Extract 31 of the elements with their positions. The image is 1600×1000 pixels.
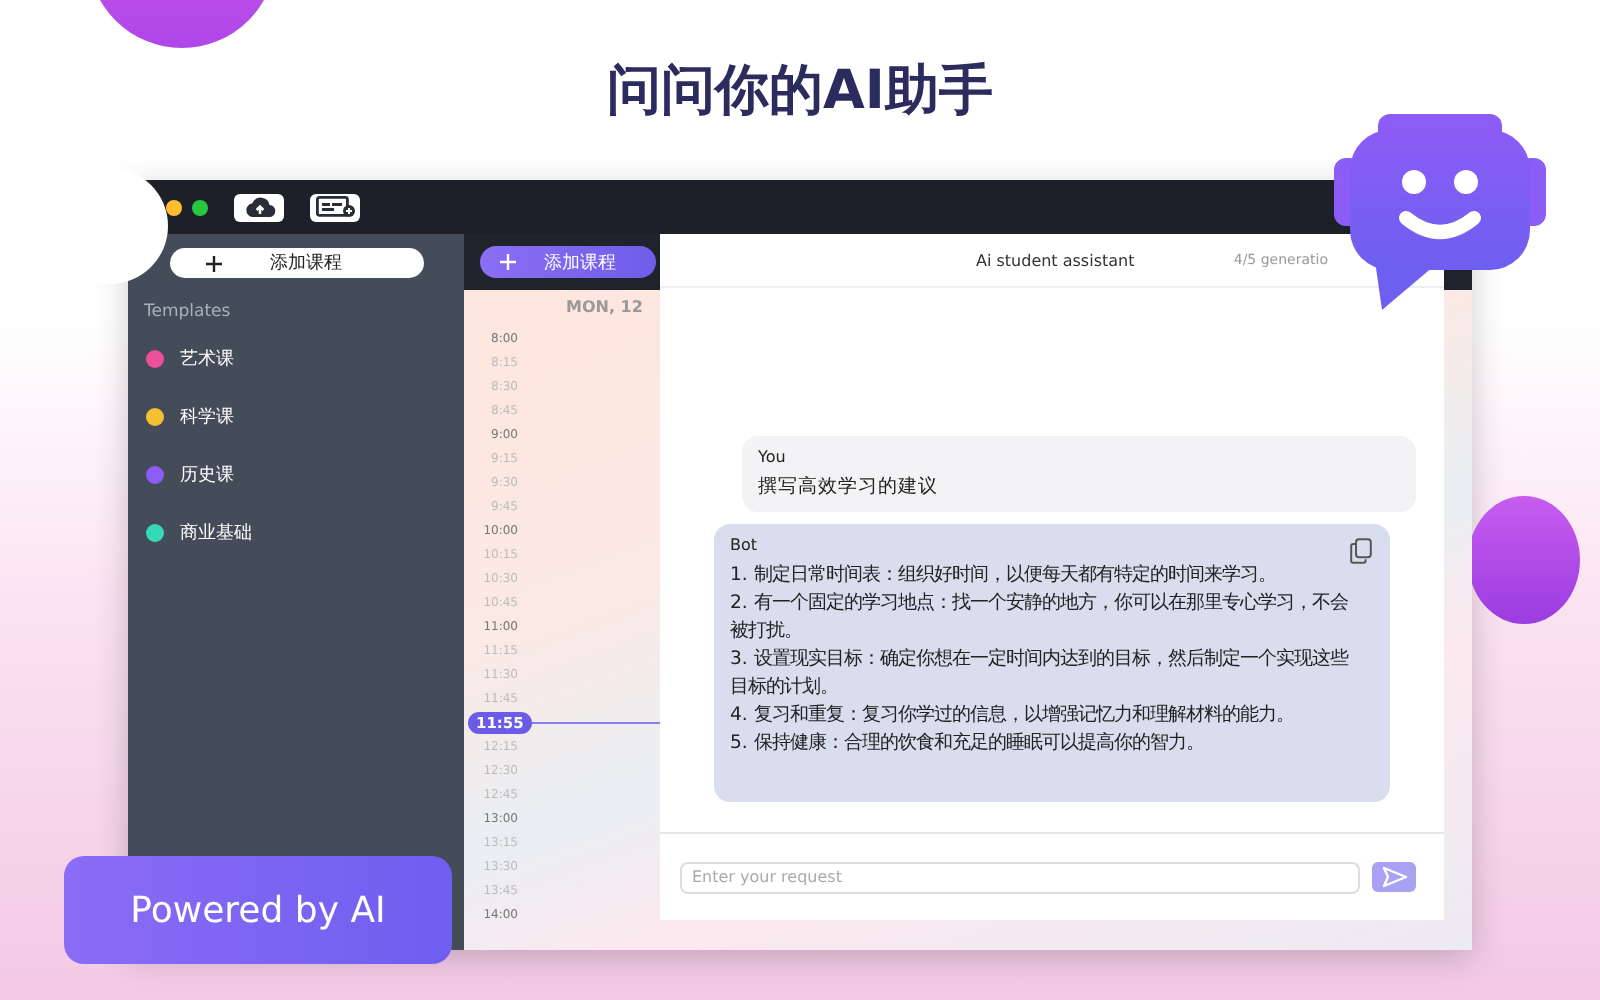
zoom-button[interactable] xyxy=(192,199,208,215)
headline: 问问你的AI助手 xyxy=(607,58,993,126)
message-text: 2. 有一个固定的学习地点：找一个安静的地方，你可以在那里专心学习，不会被打扰。 xyxy=(730,590,1350,646)
cloud-upload-icon xyxy=(243,196,275,218)
message-text: 5. 保持健康：合理的饮食和充足的睡眠可以提高你的智力。 xyxy=(730,730,1206,758)
send-icon xyxy=(1381,866,1407,888)
plus-icon xyxy=(500,254,516,270)
card-add-button[interactable] xyxy=(310,193,360,221)
section-label: Templates xyxy=(144,302,233,322)
cloud-upload-button[interactable] xyxy=(234,193,284,221)
message-text: 撰写高效学习的建议 xyxy=(758,474,940,500)
message-text: 1. 制定日常时间表：组织好时间，以便每天都有特定的时间来学习。 xyxy=(730,562,1278,590)
template-item[interactable]: 科学课 xyxy=(128,388,464,446)
add-course-button[interactable]: 添加课程 xyxy=(480,246,656,278)
card-add-icon xyxy=(315,196,355,218)
sender-name: Bot xyxy=(730,536,758,554)
powered-badge: Powered by AI xyxy=(64,856,452,964)
template-item[interactable]: 历史课 xyxy=(128,446,464,504)
message-text: 4. 复习和重复：复习你学过的信息，以增强记忆力和理解材料的能力。 xyxy=(730,702,1296,730)
template-item[interactable]: 艺术课 xyxy=(128,330,464,388)
request-input[interactable]: Enter your request xyxy=(680,861,1360,893)
plus-icon xyxy=(206,255,222,271)
template-item[interactable]: 商业基础 xyxy=(128,504,464,562)
add-course-button[interactable]: 添加课程 xyxy=(170,248,424,278)
chat-title: Ai student assistant xyxy=(976,251,1135,269)
day-header: MON, 12 xyxy=(566,298,645,316)
sender-name: You xyxy=(758,448,786,466)
copy-icon[interactable] xyxy=(1350,538,1372,564)
minimize-button[interactable] xyxy=(166,199,182,215)
current-time-line xyxy=(531,721,660,723)
message-text: 3. 设置现实目标：确定你想在一定时间内达到的目标，然后制定一个实现这些目标的计划。 xyxy=(730,646,1351,702)
